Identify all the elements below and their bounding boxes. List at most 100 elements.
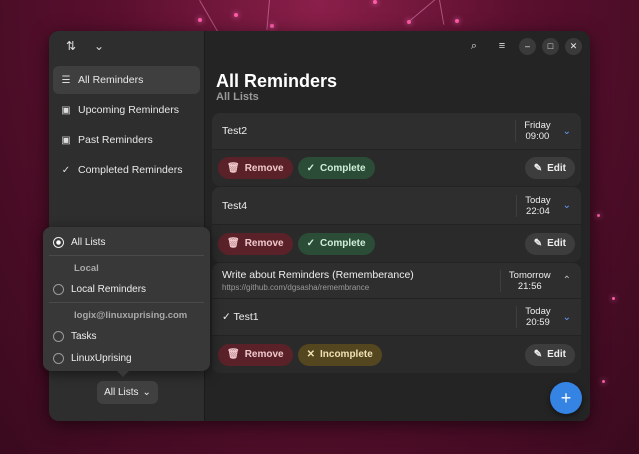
trash-icon: 🗑 <box>227 238 240 249</box>
remove-button[interactable]: 🗑 Remove <box>218 232 293 255</box>
reminder-date: Today 22:04 <box>516 194 551 217</box>
subtask-title: Test1 <box>233 311 259 323</box>
trash-icon: 🗑 <box>227 349 240 360</box>
checkmark-icon: ✓ <box>61 164 71 176</box>
reminder-card: Write about Reminders (Rememberance) htt… <box>212 263 581 373</box>
section-header-account: logix@linuxuprising.com <box>74 309 188 321</box>
plus-icon: + <box>560 387 572 408</box>
section-header-local: Local <box>74 262 99 274</box>
sidebar-item-completed-reminders[interactable]: ✓ Completed Reminders <box>53 156 200 184</box>
reminder-day: Today <box>525 194 551 206</box>
chevron-down-icon[interactable]: ⌄ <box>563 312 571 323</box>
edit-button[interactable]: ✎ Edit <box>524 343 575 366</box>
chevron-up-icon[interactable]: ⌃ <box>563 275 571 286</box>
sidebar-item-label: All Reminders <box>78 74 144 86</box>
reminder-card: Test4 Today 22:04 ⌄ 🗑 Remove ✓ Complete ✎ E… <box>212 187 581 262</box>
divider <box>49 255 204 256</box>
reminder-title: Test2 <box>222 125 248 137</box>
reminder-title: ✓ Test1 <box>222 311 259 323</box>
chevron-down-icon[interactable]: ⌄ <box>563 126 571 137</box>
list-option-linuxuprising[interactable]: LinuxUprising <box>49 347 204 369</box>
edit-button[interactable]: ✎ Edit <box>524 232 575 255</box>
list-option-label: All Lists <box>71 236 106 248</box>
radio-icon[interactable] <box>53 352 64 364</box>
checkmark-icon: ✓ <box>306 162 315 174</box>
sidebar-item-label: Past Reminders <box>78 134 153 146</box>
sidebar-item-all-reminders[interactable]: ☰ All Reminders <box>53 66 200 94</box>
list-option-label: LinuxUprising <box>71 352 132 364</box>
reminder-day: Tomorrow <box>508 269 551 281</box>
complete-label: Complete <box>320 238 366 249</box>
search-icon[interactable]: ⌕ <box>463 38 485 55</box>
edit-label: Edit <box>547 349 566 360</box>
sidebar-nav: ☰ All Reminders ▣ Upcoming Reminders ▣ P… <box>49 61 204 191</box>
reminder-actions: 🗑 Remove ✓ Complete ✎ Edit <box>212 224 581 262</box>
close-icon[interactable]: ✕ <box>565 37 582 55</box>
reminder-date: Today 20:59 <box>516 306 551 328</box>
edit-icon: ✎ <box>533 238 543 249</box>
list-icon: ☰ <box>61 74 71 86</box>
header-bar: ⌕ ≡ – □ ✕ <box>206 31 590 61</box>
radio-selected-icon[interactable] <box>53 236 64 248</box>
remove-label: Remove <box>244 238 284 249</box>
main-pane: ⌕ ≡ – □ ✕ All Reminders All Lists Test2 … <box>206 31 590 421</box>
menu-icon[interactable]: ≡ <box>491 38 513 55</box>
sidebar-item-upcoming-reminders[interactable]: ▣ Upcoming Reminders <box>53 96 200 124</box>
reminder-day: Friday <box>524 120 551 131</box>
page-title: All Reminders <box>216 71 338 91</box>
sort-icon[interactable]: ⇅ <box>59 35 83 57</box>
list-option-label: Local Reminders <box>71 283 147 295</box>
reminder-actions: 🗑 Remove ✓ Complete ✎ Edit <box>212 149 581 186</box>
chevron-down-icon[interactable]: ⌄ <box>563 200 571 211</box>
sidebar-header: ⇅ ⌄ <box>49 31 204 61</box>
reminder-day: Today <box>525 306 551 317</box>
complete-label: Complete <box>320 162 366 174</box>
complete-button[interactable]: ✓ Complete <box>297 157 375 179</box>
reminder-card: Test2 Friday 09:00 ⌄ 🗑 Remove ✓ Complete ✎… <box>212 113 581 186</box>
list-option-label: Tasks <box>71 330 97 342</box>
checkmark-icon: ✓ <box>222 311 234 323</box>
reminder-row[interactable]: Write about Reminders (Rememberance) htt… <box>212 263 581 298</box>
reminder-time: 09:00 <box>525 131 550 142</box>
reminder-time: 21:56 <box>517 280 542 292</box>
reminder-time: 20:59 <box>526 317 550 328</box>
remove-button[interactable]: 🗑 Remove <box>218 343 293 366</box>
remove-label: Remove <box>244 349 284 360</box>
reminder-date: Tomorrow 21:56 <box>499 269 551 292</box>
chevron-down-icon[interactable]: ⌄ <box>87 35 111 57</box>
remove-button[interactable]: 🗑 Remove <box>218 157 293 179</box>
edit-label: Edit <box>547 162 566 174</box>
reminder-row[interactable]: Test4 Today 22:04 ⌄ <box>212 187 581 224</box>
edit-icon: ✎ <box>533 349 543 360</box>
incomplete-label: Incomplete <box>320 349 373 360</box>
incomplete-button[interactable]: ✕ Incomplete <box>297 343 382 366</box>
sidebar-item-label: Completed Reminders <box>78 164 183 176</box>
x-icon: ✕ <box>306 349 315 360</box>
trash-icon: 🗑 <box>227 162 240 174</box>
edit-icon: ✎ <box>533 162 543 174</box>
reminder-row[interactable]: Test2 Friday 09:00 ⌄ <box>212 113 581 149</box>
list-option-all[interactable]: All Lists <box>49 231 204 253</box>
reminder-actions: 🗑 Remove ✕ Incomplete ✎ Edit <box>212 335 581 373</box>
chevron-down-icon: ⌄ <box>142 387 151 398</box>
page-subtitle: All Lists <box>216 91 259 103</box>
maximize-icon[interactable]: □ <box>542 37 559 55</box>
sidebar-item-past-reminders[interactable]: ▣ Past Reminders <box>53 126 200 154</box>
edit-button[interactable]: ✎ Edit <box>524 157 575 179</box>
radio-icon[interactable] <box>53 283 64 295</box>
list-option-local-reminders[interactable]: Local Reminders <box>49 278 204 300</box>
list-selector-button[interactable]: All Lists ⌄ <box>97 381 158 404</box>
sidebar-item-label: Upcoming Reminders <box>78 104 179 116</box>
complete-button[interactable]: ✓ Complete <box>297 232 375 255</box>
lists-popover: All Lists Local Local Reminders logix@li… <box>43 227 210 377</box>
minimize-icon[interactable]: – <box>519 37 536 55</box>
reminder-title: Write about Reminders (Rememberance) <box>222 269 414 281</box>
add-reminder-button[interactable]: + <box>550 382 582 414</box>
reminder-url[interactable]: https://github.com/dgsasha/remembrance <box>222 283 414 292</box>
reminder-title: Test4 <box>222 199 248 212</box>
remove-label: Remove <box>244 162 284 174</box>
checkmark-icon: ✓ <box>306 238 315 249</box>
list-option-tasks[interactable]: Tasks <box>49 325 204 347</box>
reminder-subtask-row[interactable]: ✓ Test1 Today 20:59 ⌄ <box>212 298 581 335</box>
radio-icon[interactable] <box>53 330 64 342</box>
